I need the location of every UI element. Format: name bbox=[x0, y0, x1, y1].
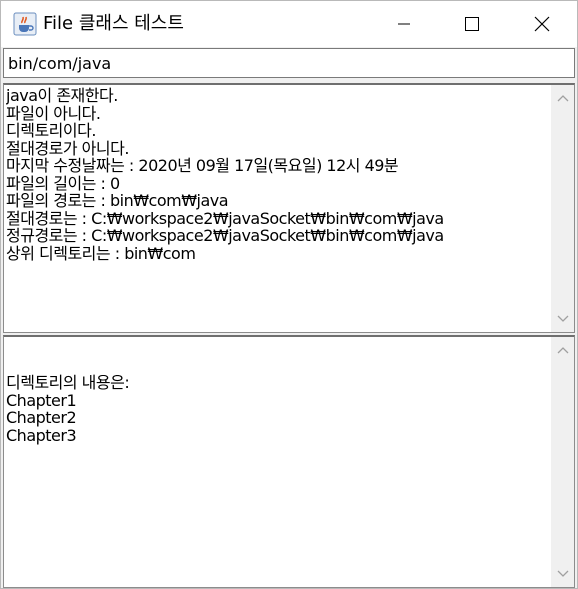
chevron-up-icon bbox=[557, 95, 568, 102]
text-line bbox=[6, 339, 550, 357]
minimize-button[interactable] bbox=[369, 1, 439, 47]
text-line bbox=[6, 357, 550, 375]
chevron-down-icon bbox=[557, 315, 568, 322]
scroll-up-arrow[interactable] bbox=[551, 339, 574, 361]
maximize-icon bbox=[465, 17, 479, 31]
text-line: 상위 디렉토리는 : bin₩com bbox=[6, 243, 196, 263]
text-line: java이 존재한다. bbox=[6, 87, 118, 105]
java-coffee-cup-icon bbox=[13, 12, 37, 36]
close-icon bbox=[534, 16, 550, 32]
close-button[interactable] bbox=[507, 1, 577, 47]
text-line: 파일이 아니다. bbox=[6, 103, 101, 123]
chevron-up-icon bbox=[557, 347, 568, 354]
window-title: File 클래스 테스트 bbox=[43, 13, 184, 34]
minimize-icon bbox=[398, 23, 410, 25]
text-line: Chapter2 bbox=[6, 408, 77, 427]
directory-listing-content: 디렉토리의 내용은: Chapter1 Chapter2 Chapter3 bbox=[6, 339, 550, 587]
app-window: File 클래스 테스트 java이 존재한다.파일이 아니다.디렉토리이다.절… bbox=[0, 0, 578, 589]
text-line: Chapter1 bbox=[6, 390, 77, 410]
path-input[interactable] bbox=[4, 49, 574, 77]
file-info-text-area[interactable]: java이 존재한다. 파일이 아니다. 디렉토리이다. 절대경로가 아니다. 마지막 … bbox=[3, 83, 575, 333]
text-line: 디렉토리이다. bbox=[6, 121, 96, 140]
directory-listing-scrollbar[interactable] bbox=[551, 337, 574, 587]
title-bar[interactable]: File 클래스 테스트 bbox=[1, 1, 577, 47]
file-info-scrollbar[interactable] bbox=[551, 85, 574, 332]
maximize-button[interactable] bbox=[437, 1, 507, 47]
text-line: 절대경로는 : C:₩workspace2₩javaSocket₩bin₩com… bbox=[6, 208, 444, 228]
scroll-down-arrow[interactable] bbox=[551, 563, 574, 585]
text-line: 마지막 수정날짜는 : 2020년 09월 17일(목요일) 12시 49분 bbox=[6, 156, 399, 175]
text-line: 파일의 경로는 : bin₩com₩java bbox=[6, 191, 229, 210]
file-info-content: java이 존재한다. 파일이 아니다. 디렉토리이다. 절대경로가 아니다. 마지막 … bbox=[6, 87, 550, 332]
directory-listing-text-area[interactable]: 디렉토리의 내용은: Chapter1 Chapter2 Chapter3 bbox=[3, 335, 575, 588]
text-line: 디렉토리의 내용은: bbox=[6, 373, 130, 392]
scroll-down-arrow[interactable] bbox=[551, 308, 574, 330]
text-line: 파일의 길이는 : 0 bbox=[6, 173, 120, 193]
text-line: Chapter3 bbox=[6, 425, 77, 445]
scroll-up-arrow[interactable] bbox=[551, 87, 574, 109]
path-input-field[interactable] bbox=[3, 48, 575, 78]
text-line: 절대경로가 아니다. bbox=[6, 138, 129, 158]
text-line: 정규경로는 : C:₩workspace2₩javaSocket₩bin₩com… bbox=[6, 226, 444, 245]
chevron-down-icon bbox=[557, 570, 568, 577]
